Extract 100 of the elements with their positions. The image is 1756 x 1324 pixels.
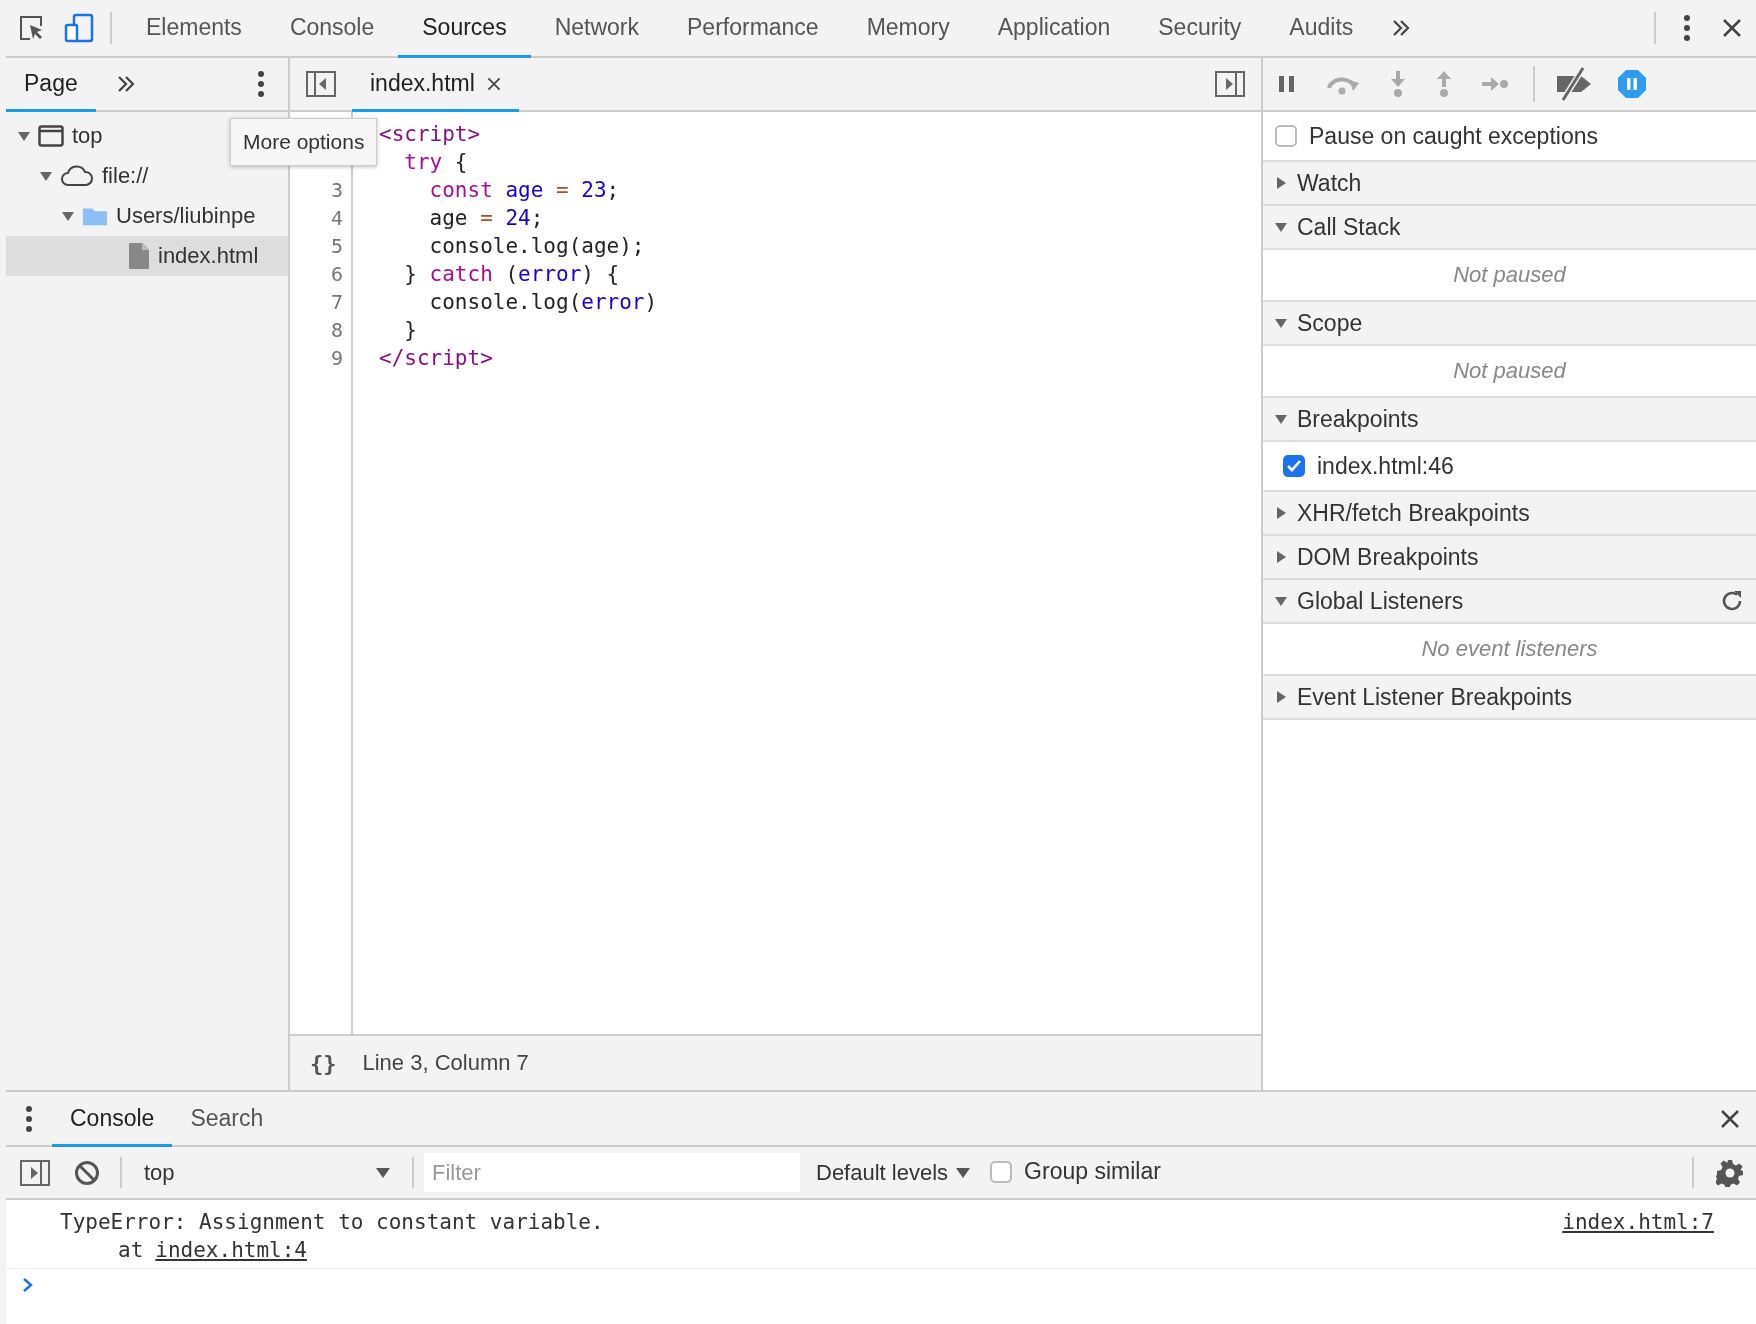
source-link[interactable]: index.html:7 (1562, 1210, 1714, 1234)
tree-item-label: index.html (158, 243, 259, 269)
dropdown-arrow-icon (376, 1166, 390, 1179)
section-header[interactable]: DOM Breakpoints (1263, 536, 1756, 580)
section-header[interactable]: Breakpoints (1263, 398, 1756, 442)
panel-tab[interactable]: Performance (663, 0, 843, 58)
line-number: 7 (329, 289, 344, 316)
clear-icon[interactable] (74, 1159, 100, 1186)
line-number: 3 (329, 177, 344, 204)
tree-item-label: Users/liubinpe (116, 203, 256, 229)
pause-icon[interactable] (1277, 74, 1297, 94)
toggle-sidebar-icon[interactable] (306, 71, 336, 97)
close-icon[interactable] (486, 76, 501, 91)
code-line: const age = 23; (428, 177, 621, 204)
cursor-position: Line 3, Column 7 (362, 1050, 529, 1076)
code-line: } catch (error) { (403, 261, 621, 288)
expand-arrow-icon[interactable] (1275, 317, 1287, 329)
more-tabs-icon[interactable] (115, 75, 136, 93)
checkbox[interactable] (990, 1160, 1013, 1183)
settings-icon[interactable] (1716, 1158, 1744, 1187)
code-line: <script> (379, 121, 482, 148)
section-header[interactable]: Event Listener Breakpoints (1263, 676, 1756, 720)
file-icon (128, 242, 150, 270)
pretty-print-button[interactable]: {} (304, 1050, 343, 1076)
navigator-tab[interactable]: Page (6, 58, 96, 112)
panel-tab[interactable]: Audits (1265, 0, 1378, 58)
section-title: Global Listeners (1297, 587, 1464, 615)
expand-arrow-icon[interactable] (1275, 413, 1287, 425)
levels-dropdown[interactable]: Default levels (800, 1147, 987, 1198)
source-link[interactable]: index.html:4 (155, 1238, 307, 1262)
drawer-tab[interactable]: Search (172, 1092, 282, 1147)
section-header[interactable]: Call Stack (1263, 206, 1756, 250)
tree-item[interactable]: index.html (6, 236, 288, 276)
section-header[interactable]: Watch (1263, 162, 1756, 206)
expand-arrow-icon[interactable] (40, 170, 52, 182)
empty-message: Not paused (1453, 358, 1566, 384)
section-title: Breakpoints (1297, 405, 1419, 433)
console-message: TypeError: Assignment to constant variable. (60, 1210, 605, 1234)
more-tabs-icon[interactable] (1391, 19, 1412, 37)
device-icon[interactable] (64, 13, 94, 43)
tree-item[interactable]: top (6, 116, 107, 156)
section-title: XHR/fetch Breakpoints (1297, 499, 1530, 527)
line-number: 5 (329, 233, 344, 260)
prompt-icon (22, 1277, 34, 1293)
section-title: Watch (1297, 169, 1362, 197)
line-number: 9 (329, 345, 344, 372)
check-icon (1286, 459, 1302, 473)
more-options-icon[interactable] (1684, 15, 1690, 41)
pause-on-exceptions-icon[interactable] (1617, 69, 1647, 99)
collapse-arrow-icon[interactable] (1275, 177, 1287, 189)
panel-tab[interactable]: Security (1134, 0, 1266, 58)
context-select[interactable]: top (132, 1147, 402, 1198)
code-line: age = 24; (428, 205, 545, 232)
code-line: </script> (379, 345, 494, 372)
expand-arrow-icon[interactable] (62, 210, 74, 222)
line-number: 8 (329, 317, 344, 344)
expand-arrow-icon[interactable] (1275, 221, 1287, 233)
section-title: Call Stack (1297, 213, 1401, 241)
expand-arrow-icon[interactable] (18, 130, 30, 142)
panel-tab[interactable]: Console (265, 0, 399, 58)
collapse-arrow-icon[interactable] (1275, 691, 1287, 703)
breakpoint-label: index.html:46 (1317, 452, 1454, 480)
line-number: 4 (329, 205, 344, 232)
more-options-icon[interactable] (258, 71, 264, 97)
line-number: 6 (329, 261, 344, 288)
section-title: Scope (1297, 309, 1363, 337)
code-line: console.log(error) (428, 289, 658, 316)
toggle-sidebar-icon[interactable] (1215, 71, 1245, 97)
checkbox[interactable] (1283, 455, 1305, 477)
code-line: console.log(age); (428, 233, 646, 260)
tree-item[interactable]: Users/liubinpe (6, 196, 260, 236)
tree-item-label: top (72, 123, 103, 149)
collapse-arrow-icon[interactable] (1275, 507, 1287, 519)
section-header[interactable]: Global Listeners (1263, 580, 1756, 624)
code-line: try { (403, 149, 469, 176)
checkbox-label: Group similar (1024, 1158, 1161, 1185)
refresh-icon[interactable] (1720, 589, 1744, 613)
tree-item[interactable]: file:// (6, 156, 153, 196)
panel-tab[interactable]: Application (973, 0, 1135, 58)
section-title: Event Listener Breakpoints (1297, 683, 1572, 711)
close-icon[interactable] (1720, 1108, 1740, 1129)
code-line: } (403, 317, 418, 344)
expand-arrow-icon[interactable] (1275, 595, 1287, 607)
stack-text: at (118, 1238, 144, 1262)
empty-message: No event listeners (1421, 636, 1598, 662)
checkbox[interactable] (1275, 125, 1297, 147)
dropdown-arrow-icon (956, 1166, 971, 1179)
deactivate-breakpoints-icon[interactable] (1555, 67, 1593, 101)
empty-message: Not paused (1453, 262, 1566, 288)
collapse-arrow-icon[interactable] (1275, 551, 1287, 563)
section-header[interactable]: XHR/fetch Breakpoints (1263, 492, 1756, 536)
toggle-sidebar-icon[interactable] (20, 1159, 50, 1186)
panel-tab[interactable]: Network (530, 0, 663, 58)
close-icon[interactable] (1722, 18, 1742, 38)
more-options-icon[interactable] (26, 1105, 32, 1132)
panel-tab[interactable]: Memory (842, 0, 974, 58)
filter-field[interactable]: Filter (424, 1153, 800, 1192)
cloud-icon (60, 165, 94, 187)
panel-tab[interactable]: Elements (122, 0, 266, 58)
section-header[interactable]: Scope (1263, 302, 1756, 346)
